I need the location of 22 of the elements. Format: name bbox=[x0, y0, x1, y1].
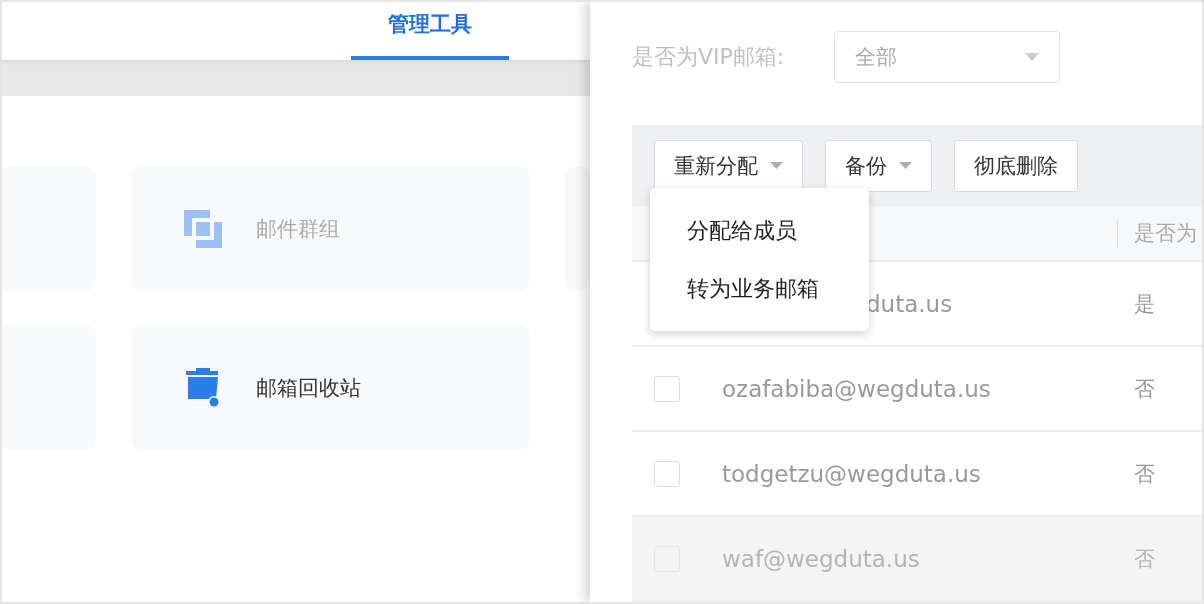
table-cell-text: 否 bbox=[1134, 545, 1155, 573]
checkbox[interactable] bbox=[654, 460, 680, 487]
menu-item[interactable]: 分配给成员 bbox=[687, 215, 869, 246]
table-cell-text: 否 bbox=[1134, 460, 1155, 488]
card-label: 邮箱回收站 bbox=[256, 374, 361, 402]
table-cell-text: 否 bbox=[1134, 375, 1155, 403]
checkbox[interactable] bbox=[654, 375, 680, 402]
table-cell-text: waf@wegduta.us bbox=[722, 545, 921, 572]
filter-label: 是否为VIP邮箱: bbox=[632, 43, 786, 71]
caret-icon bbox=[770, 162, 783, 169]
table-cell-text: 是 bbox=[1134, 290, 1155, 318]
trash-icon bbox=[184, 367, 222, 408]
tool-card[interactable]: 邮箱回收站 bbox=[132, 326, 529, 449]
overlapping-squares-icon bbox=[184, 209, 222, 248]
card-label: 邮件群组 bbox=[256, 215, 340, 243]
toolbar-button[interactable]: 彻底删除 bbox=[954, 139, 1078, 192]
table-cell-text: todgetzu@wegduta.us bbox=[722, 460, 982, 487]
toolbar-button[interactable]: 备份 bbox=[825, 139, 932, 192]
caret-icon bbox=[899, 162, 912, 169]
table-cell-text: ozafabiba@wegduta.us bbox=[722, 375, 992, 402]
column-header: 是否为 bbox=[1134, 220, 1197, 247]
caret-icon bbox=[1025, 53, 1039, 61]
